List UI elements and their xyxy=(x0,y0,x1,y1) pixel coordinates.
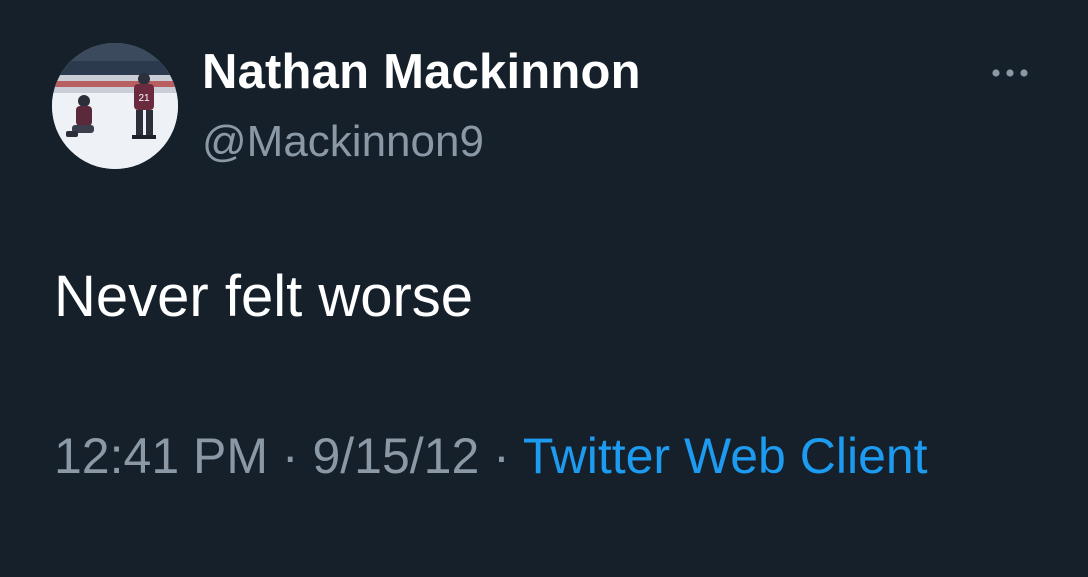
tweet-card: 21 Nathan Mackinnon @Mackinnon9 Never fe… xyxy=(0,0,1088,577)
tweet-text: Never felt worse xyxy=(54,264,474,329)
avatar-jersey-number: 21 xyxy=(138,93,150,104)
author-name[interactable]: Nathan Mackinnon xyxy=(202,44,641,100)
tweet-date[interactable]: 9/15/12 xyxy=(312,428,479,484)
tweet-metadata: 12:41 PM · 9/15/12 · Twitter Web Client xyxy=(54,420,954,492)
avatar[interactable]: 21 xyxy=(52,43,178,169)
meta-separator: · xyxy=(479,428,523,484)
avatar-photo: 21 xyxy=(52,43,178,169)
more-options-button[interactable] xyxy=(984,56,1036,90)
author-handle[interactable]: @Mackinnon9 xyxy=(202,117,484,167)
more-horizontal-icon xyxy=(992,69,1028,77)
tweet-source-link[interactable]: Twitter Web Client xyxy=(523,428,928,484)
meta-separator: · xyxy=(268,428,313,484)
tweet-time[interactable]: 12:41 PM xyxy=(54,428,268,484)
